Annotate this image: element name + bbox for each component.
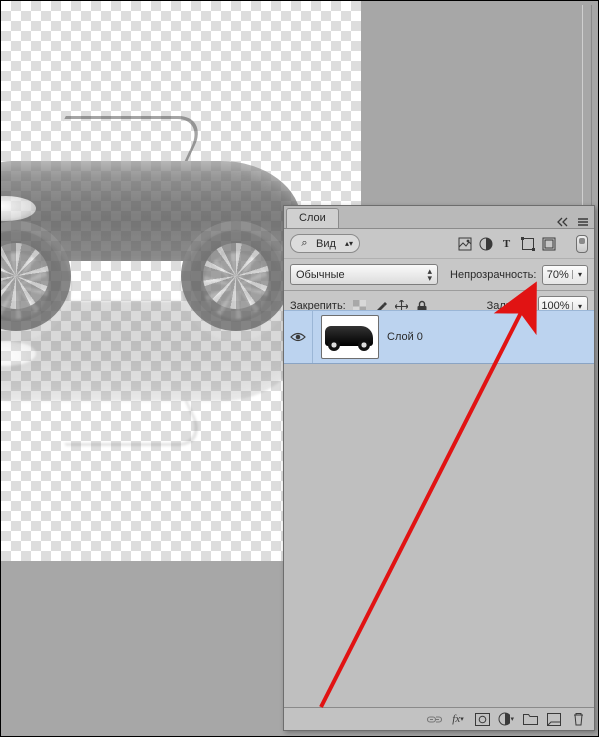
collapse-panel-icon[interactable] <box>556 216 570 228</box>
opacity-value: 70% <box>543 269 572 281</box>
chevron-down-icon: ▴▾ <box>345 240 353 247</box>
chevron-updown-icon: ▴▾ <box>428 268 433 282</box>
app-root: Слои ⌕ Вид ▴▾ T Обычные <box>0 0 599 737</box>
filter-shape-icon[interactable] <box>520 236 535 251</box>
opacity-input[interactable]: 70% ▾ <box>542 265 588 285</box>
new-group-icon[interactable] <box>522 711 538 727</box>
blend-opacity-row: Обычные ▴▾ Непрозрачность: 70% ▾ <box>284 259 594 291</box>
tab-label: Слои <box>299 212 326 224</box>
panel-menu-icon[interactable] <box>576 216 590 228</box>
eye-icon <box>290 331 306 343</box>
layers-panel-footer: fx▾ ▾ <box>284 707 594 730</box>
search-icon: ⌕ <box>297 236 312 251</box>
blend-mode-value: Обычные <box>296 269 345 281</box>
layers-panel: Слои ⌕ Вид ▴▾ T Обычные <box>283 205 595 731</box>
blend-mode-select[interactable]: Обычные ▴▾ <box>290 264 438 285</box>
visibility-toggle[interactable] <box>284 311 313 363</box>
add-mask-icon[interactable] <box>474 711 490 727</box>
new-adjustment-icon[interactable]: ▾ <box>498 711 514 727</box>
layer-thumbnail[interactable] <box>321 315 379 359</box>
filter-pixel-icon[interactable] <box>457 236 472 251</box>
layer-list: Слой 0 <box>284 310 594 708</box>
new-layer-icon[interactable] <box>546 711 562 727</box>
delete-layer-icon[interactable] <box>570 711 586 727</box>
canvas-artwork <box>0 61 331 321</box>
layer-filter-row: ⌕ Вид ▴▾ T <box>284 229 594 259</box>
filter-kind-dropdown[interactable]: ⌕ Вид ▴▾ <box>290 234 360 253</box>
opacity-label: Непрозрачность: <box>450 269 536 281</box>
chevron-down-icon[interactable]: ▾ <box>572 270 587 279</box>
filter-adjust-icon[interactable] <box>478 236 493 251</box>
layer-row[interactable]: Слой 0 <box>284 310 594 364</box>
filter-type-icon[interactable]: T <box>499 236 514 251</box>
panel-tabbar: Слои <box>284 206 594 229</box>
filter-smart-icon[interactable] <box>541 236 556 251</box>
link-layers-icon[interactable] <box>426 711 442 727</box>
filter-toggle-switch[interactable] <box>576 235 588 253</box>
fx-icon[interactable]: fx▾ <box>450 711 466 727</box>
filter-kind-label: Вид <box>316 238 336 250</box>
canvas-artwork-reflection <box>0 331 331 501</box>
tab-layers[interactable]: Слои <box>286 208 339 228</box>
layer-name[interactable]: Слой 0 <box>387 331 423 343</box>
